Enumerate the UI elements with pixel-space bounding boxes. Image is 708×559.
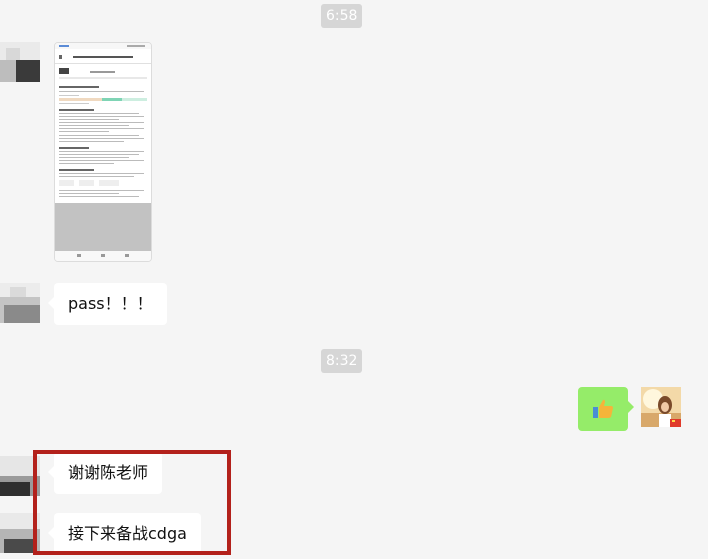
document-screenshot-image — [55, 43, 151, 261]
self-avatar[interactable] — [641, 387, 681, 427]
message-text: pass！！！ — [68, 294, 153, 313]
highlight-box — [33, 450, 231, 555]
emoji-message-bubble[interactable] — [578, 387, 634, 431]
timestamp: 8:32 — [321, 349, 363, 373]
avatar[interactable] — [0, 42, 40, 82]
avatar[interactable] — [0, 283, 40, 323]
message-bubble[interactable]: pass！！！ — [48, 283, 167, 325]
timestamp: 6:58 — [321, 4, 363, 28]
image-message[interactable] — [54, 42, 152, 262]
thumbs-up-icon — [593, 399, 613, 418]
